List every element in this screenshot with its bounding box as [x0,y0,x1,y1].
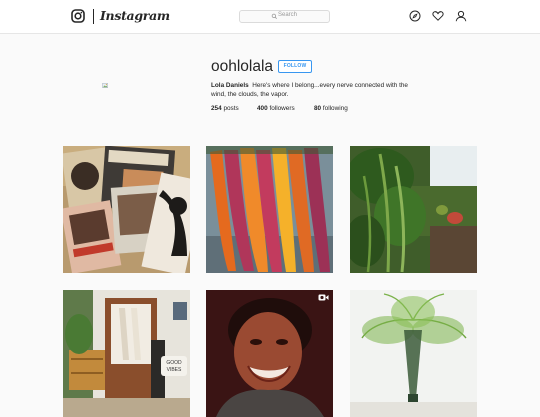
post-thumbnail-portrait-video[interactable] [206,290,333,417]
heart-icon[interactable] [432,10,444,22]
follow-button[interactable]: FOLLOW [278,60,312,73]
person-icon[interactable] [455,10,467,22]
post-image-portrait [206,290,333,417]
profile-bio: Lola Daniels Here's where I belong...eve… [211,81,419,99]
post-image-fern [350,290,477,417]
good-vibes-sign-text: GOOD [166,360,182,366]
avatar[interactable] [102,82,109,89]
post-image-records [63,146,190,273]
following-count: 80 [314,105,322,112]
posts-stat: 254 posts [211,105,239,112]
posts-count: 254 [211,105,222,112]
search-icon [271,13,277,19]
profile-full-name: Lola Daniels [211,82,249,89]
followers-stat[interactable]: 400 followers [257,105,295,112]
post-thumbnail-records[interactable] [63,146,190,273]
instagram-glyph-icon[interactable] [71,9,85,23]
post-thumbnail-carrots[interactable] [206,146,333,273]
followers-count: 400 [257,105,268,112]
post-thumbnail-interior[interactable]: GOOD VIBES [63,290,190,417]
following-stat[interactable]: 80 following [314,105,348,112]
profile-username: oohlolala [211,58,274,75]
video-camera-icon [318,294,329,301]
post-thumbnail-garden[interactable] [350,146,477,273]
post-thumbnail-fern[interactable] [350,290,477,417]
logo-divider [93,9,94,24]
svg-text:VIBES: VIBES [167,367,182,373]
post-image-garden [350,146,477,273]
compass-icon[interactable] [409,10,421,22]
posts-label: posts [223,105,239,112]
top-nav-bar: Instagram Search [0,0,540,34]
following-label: following [322,105,348,112]
post-image-interior: GOOD VIBES [63,290,190,417]
instagram-wordmark[interactable]: Instagram [100,8,170,23]
search-placeholder: Search [278,12,298,18]
search-input[interactable]: Search [239,10,330,23]
followers-label: followers [269,105,295,112]
post-image-carrots [206,146,333,273]
